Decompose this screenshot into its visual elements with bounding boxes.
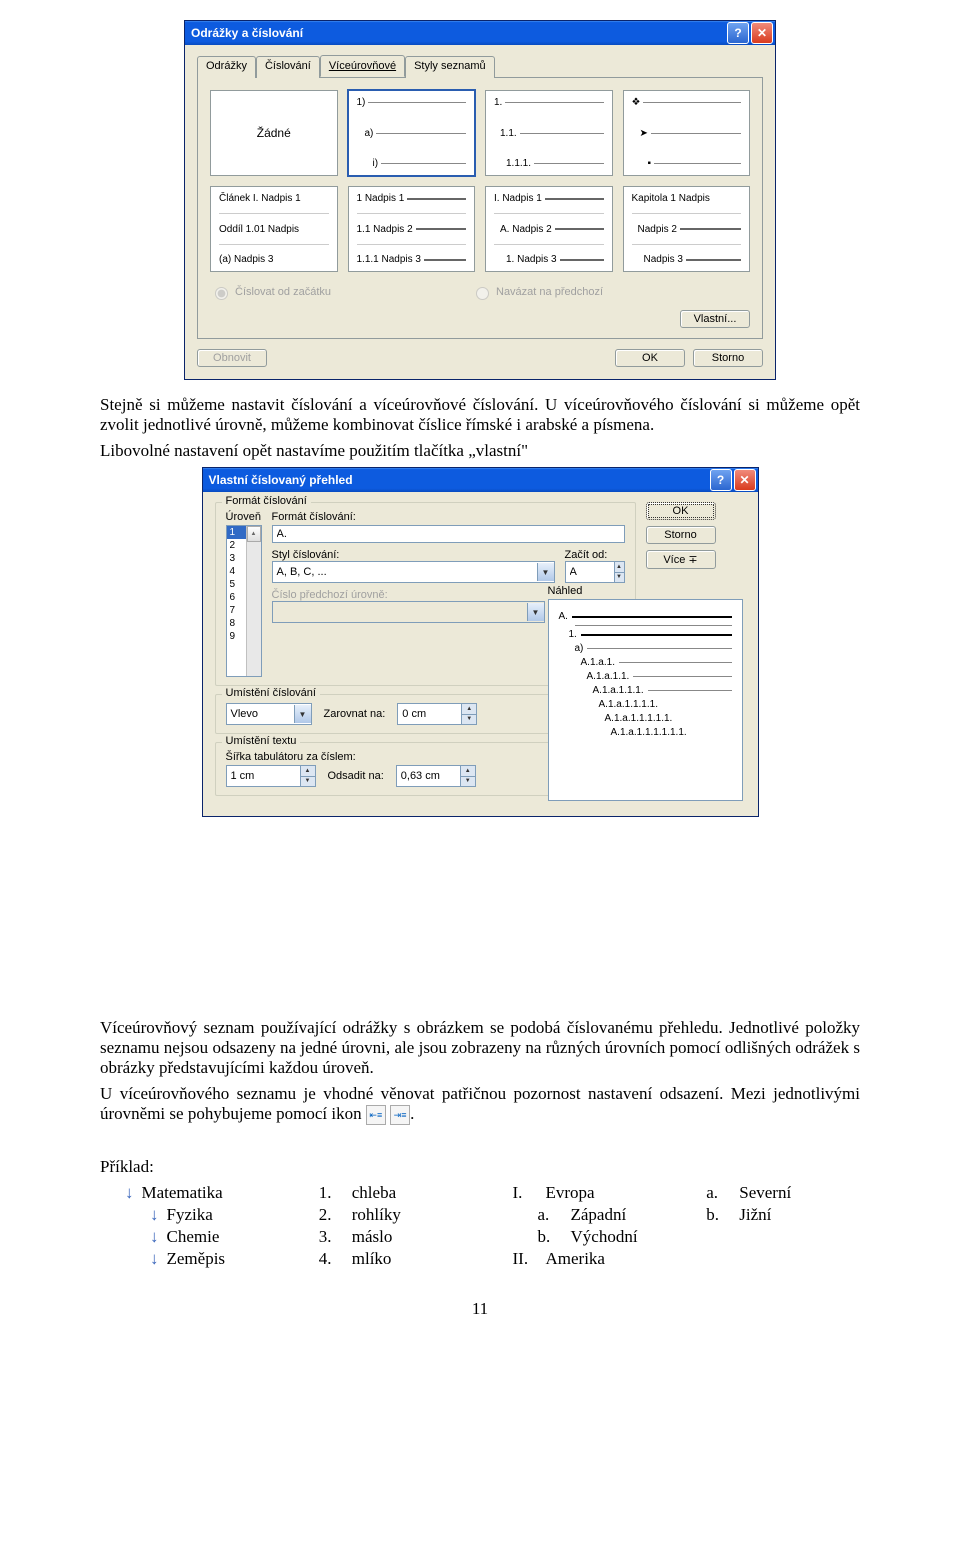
- dialog-title: Odrážky a číslování: [191, 26, 725, 40]
- more-button[interactable]: Více ∓: [646, 550, 716, 569]
- option-3[interactable]: 1. 1.1. 1.1.1.: [485, 90, 613, 176]
- example-grid: ↓Matematika ↓Fyzika ↓Chemie ↓Zeměpis 1.c…: [125, 1183, 860, 1269]
- label-style: Styl číslování:: [272, 549, 555, 561]
- format-input[interactable]: [272, 525, 625, 543]
- scroll-up-icon[interactable]: ▲: [247, 526, 261, 542]
- radio-restart: Číslovat od začátku: [210, 284, 331, 300]
- titlebar[interactable]: Odrážky a číslování ? ✕: [185, 21, 775, 45]
- position-dropdown[interactable]: Vlevo ▼: [226, 703, 312, 725]
- tab-input[interactable]: [226, 765, 301, 787]
- tab-multilevel[interactable]: Víceúrovňové: [320, 55, 405, 77]
- label-indent: Odsadit na:: [328, 770, 384, 782]
- label-start: Začít od:: [565, 549, 625, 561]
- cancel-button[interactable]: Storno: [646, 526, 716, 544]
- body-paragraph-2: Libovolné nastavení opět nastavíme použi…: [100, 441, 860, 461]
- start-input[interactable]: [565, 561, 615, 583]
- tab-spinner[interactable]: ▲▼: [301, 765, 316, 787]
- start-spinner[interactable]: ▲▼: [615, 561, 625, 583]
- tab-list-styles[interactable]: Styly seznamů: [405, 56, 495, 78]
- option-8[interactable]: Kapitola 1 Nadpis Nadpis 2 Nadpis 3: [623, 186, 751, 272]
- label-preview: Náhled: [548, 585, 743, 597]
- help-button[interactable]: ?: [727, 22, 749, 44]
- bullet-icon: ↓: [150, 1205, 159, 1225]
- help-button[interactable]: ?: [710, 469, 732, 491]
- body-paragraph-1: Stejně si můžeme nastavit číslování a ví…: [100, 395, 860, 435]
- decrease-indent-icon: ⇤≡: [366, 1105, 386, 1125]
- close-button[interactable]: ✕: [751, 22, 773, 44]
- example-heading: Příklad:: [100, 1157, 860, 1177]
- radio-continue: Navázat na předchozí: [471, 284, 603, 300]
- label-level: Úroveň: [226, 511, 262, 523]
- option-2[interactable]: 1) a) i): [348, 90, 476, 176]
- label-format: Formát číslování:: [272, 511, 625, 523]
- option-6[interactable]: 1 Nadpis 1 1.1 Nadpis 2 1.1.1 Nadpis 3: [348, 186, 476, 272]
- label-align: Zarovnat na:: [324, 708, 386, 720]
- tab-numbering[interactable]: Číslování: [256, 56, 320, 78]
- level-listbox[interactable]: 1 2 3 4 5 6 7 8 9: [226, 525, 262, 677]
- bullet-icon: ↓: [150, 1249, 159, 1269]
- align-input[interactable]: [397, 703, 462, 725]
- page-number: 11: [100, 1299, 860, 1319]
- dialog-title: Vlastní číslovaný přehled: [209, 473, 708, 487]
- option-5[interactable]: Článek I. Nadpis 1 Oddíl 1.01 Nadpis (a)…: [210, 186, 338, 272]
- tab-panel: Žádné 1) a) i) 1. 1.1. 1.1.1. ❖ ➤ ▪: [197, 78, 763, 339]
- tab-strip: Odrážky Číslování Víceúrovňové Styly sez…: [197, 55, 763, 78]
- indent-spinner[interactable]: ▲▼: [461, 765, 476, 787]
- chevron-down-icon[interactable]: ▼: [537, 563, 554, 581]
- dialog-custom-numbered: Vlastní číslovaný přehled ? ✕ Formát čís…: [202, 467, 759, 817]
- label-previous: Číslo předchozí úrovně:: [272, 589, 545, 601]
- option-4[interactable]: ❖ ➤ ▪: [623, 90, 751, 176]
- dialog-bullets-numbering: Odrážky a číslování ? ✕ Odrážky Číslován…: [184, 20, 776, 380]
- indent-input[interactable]: [396, 765, 461, 787]
- align-spinner[interactable]: ▲▼: [462, 703, 477, 725]
- titlebar[interactable]: Vlastní číslovaný přehled ? ✕: [203, 468, 758, 492]
- preview-box: A. 1. a) A.1.a.1. A.1.a.1.1. A.1.a.1.1.1…: [548, 599, 743, 801]
- reset-button: Obnovit: [197, 349, 267, 367]
- chevron-down-icon: ▼: [527, 603, 544, 621]
- body-paragraph-3: Víceúrovňový seznam používající odrážky …: [100, 1018, 860, 1078]
- body-paragraph-4: U víceúrovňového seznamu je vhodné věnov…: [100, 1084, 860, 1125]
- ok-button[interactable]: OK: [646, 502, 716, 520]
- bullet-icon: ↓: [125, 1183, 134, 1203]
- bullet-icon: ↓: [150, 1227, 159, 1247]
- chevron-down-icon[interactable]: ▼: [294, 705, 311, 723]
- custom-button[interactable]: Vlastní...: [680, 310, 750, 328]
- previous-dropdown: ▼: [272, 601, 545, 623]
- option-none[interactable]: Žádné: [210, 90, 338, 176]
- cancel-button[interactable]: Storno: [693, 349, 763, 367]
- increase-indent-icon: ⇥≡: [390, 1105, 410, 1125]
- option-7[interactable]: I. Nadpis 1 A. Nadpis 2 1. Nadpis 3: [485, 186, 613, 272]
- tab-bullets[interactable]: Odrážky: [197, 56, 256, 78]
- style-dropdown[interactable]: A, B, C, ... ▼: [272, 561, 555, 583]
- ok-button[interactable]: OK: [615, 349, 685, 367]
- close-button[interactable]: ✕: [734, 469, 756, 491]
